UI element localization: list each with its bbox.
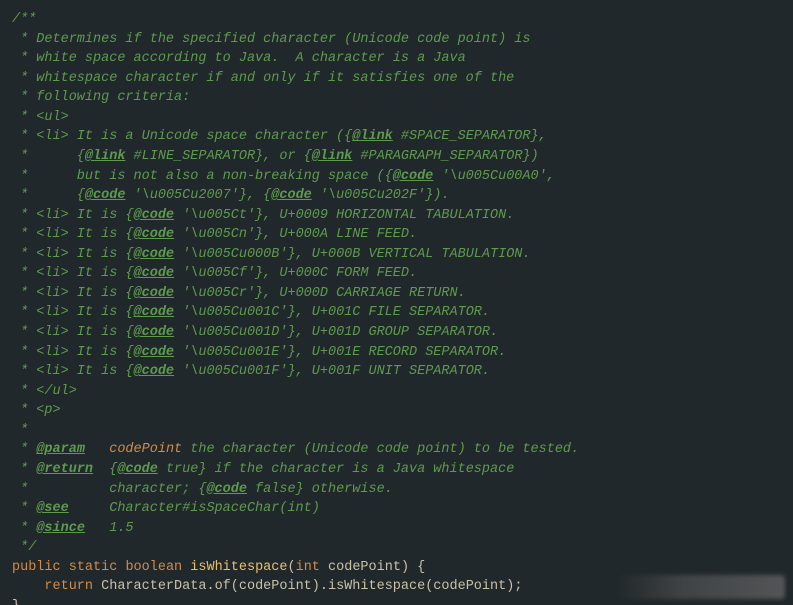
javadoc-line: * <li> It is {@code '\u005Cu001F'}, U+00… bbox=[12, 362, 781, 382]
javadoc-line: * <li> It is {@code '\u005Ct'}, U+0009 H… bbox=[12, 206, 781, 226]
javadoc-code: @code bbox=[134, 345, 175, 360]
javadoc-since: * @since 1.5 bbox=[12, 519, 781, 539]
javadoc-link: @link bbox=[352, 129, 393, 144]
javadoc-line: * {@link #LINE_SEPARATOR}, or {@link #PA… bbox=[12, 147, 781, 167]
watermark-smudge bbox=[615, 575, 785, 599]
javadoc-code: @code bbox=[134, 266, 175, 281]
javadoc-close: */ bbox=[12, 538, 781, 558]
javadoc-line: * <li> It is {@code '\u005Cn'}, U+000A L… bbox=[12, 225, 781, 245]
javadoc-line: * white space according to Java. A chara… bbox=[12, 49, 781, 69]
javadoc-line: * <li> It is {@code '\u005Cu001C'}, U+00… bbox=[12, 303, 781, 323]
javadoc-line: * but is not also a non-breaking space (… bbox=[12, 167, 781, 187]
javadoc-code: @code bbox=[134, 286, 175, 301]
javadoc-see: * @see Character#isSpaceChar(int) bbox=[12, 499, 781, 519]
javadoc-line: * <li> It is {@code '\u005Cu001D'}, U+00… bbox=[12, 323, 781, 343]
javadoc-code: @code bbox=[85, 188, 126, 203]
javadoc-open: /** bbox=[12, 10, 781, 30]
javadoc-line: * {@code '\u005Cu2007'}, {@code '\u005Cu… bbox=[12, 186, 781, 206]
javadoc-link: @link bbox=[312, 149, 353, 164]
javadoc-link: @link bbox=[85, 149, 126, 164]
javadoc-code: @code bbox=[134, 325, 175, 340]
javadoc-code: @code bbox=[134, 305, 175, 320]
javadoc-param: * @param codePoint the character (Unicod… bbox=[12, 440, 781, 460]
javadoc-line: * Determines if the specified character … bbox=[12, 30, 781, 50]
code-editor[interactable]: /** * Determines if the specified charac… bbox=[0, 0, 793, 605]
javadoc-line: * whitespace character if and only if it… bbox=[12, 69, 781, 89]
javadoc-line: * <li> It is {@code '\u005Cr'}, U+000D C… bbox=[12, 284, 781, 304]
javadoc-code: @code bbox=[134, 247, 175, 262]
javadoc-line: * <li> It is a Unicode space character (… bbox=[12, 127, 781, 147]
javadoc-line: * <li> It is {@code '\u005Cu001E'}, U+00… bbox=[12, 343, 781, 363]
javadoc-line: * following criteria: bbox=[12, 88, 781, 108]
javadoc-code: @code bbox=[134, 208, 175, 223]
javadoc-code: @code bbox=[134, 227, 175, 242]
javadoc-return-cont: * character; {@code false} otherwise. bbox=[12, 480, 781, 500]
javadoc-line: * bbox=[12, 421, 781, 441]
javadoc-code: @code bbox=[393, 169, 434, 184]
javadoc-line: * </ul> bbox=[12, 382, 781, 402]
javadoc-code: @code bbox=[134, 364, 175, 379]
javadoc-line: * <li> It is {@code '\u005Cf'}, U+000C F… bbox=[12, 264, 781, 284]
javadoc-code: @code bbox=[271, 188, 312, 203]
javadoc-line: * <ul> bbox=[12, 108, 781, 128]
javadoc-return: * @return {@code true} if the character … bbox=[12, 460, 781, 480]
javadoc-line: * <li> It is {@code '\u005Cu000B'}, U+00… bbox=[12, 245, 781, 265]
javadoc-line: * <p> bbox=[12, 401, 781, 421]
